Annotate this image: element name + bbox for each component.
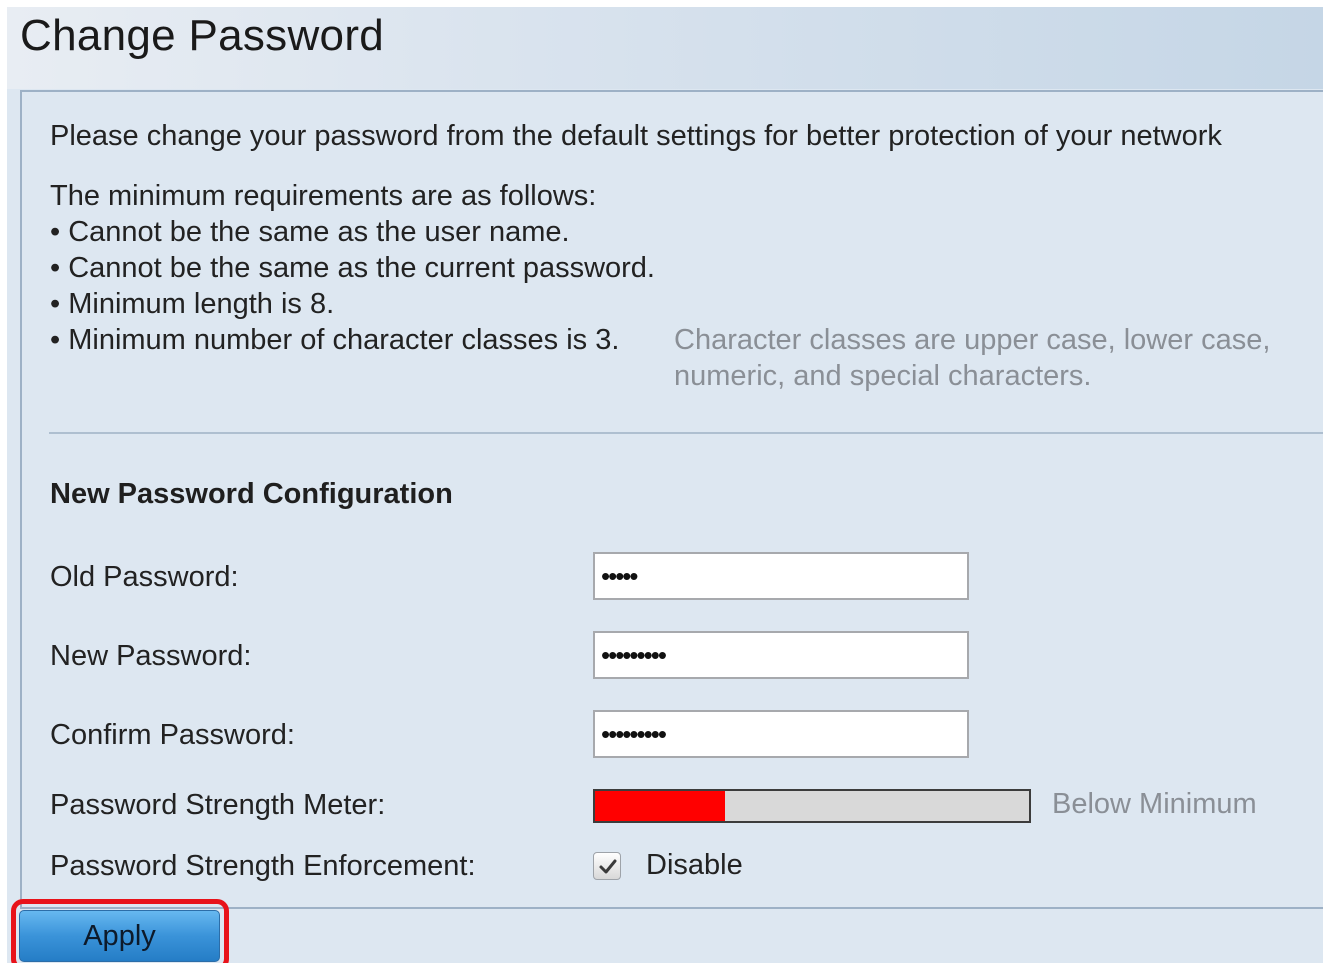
- disable-checkbox-label[interactable]: Disable: [646, 849, 743, 882]
- strength-enforcement-label: Password Strength Enforcement:: [50, 850, 476, 882]
- old-password-input[interactable]: [593, 552, 969, 600]
- section-divider: [49, 432, 1323, 434]
- requirement-item: Minimum length is 8.: [50, 288, 655, 324]
- password-strength-meter: [593, 789, 1031, 823]
- confirm-password-input[interactable]: [593, 710, 969, 758]
- strength-meter-label: Password Strength Meter:: [50, 789, 386, 821]
- section-title: New Password Configuration: [50, 478, 453, 510]
- strength-status: Below Minimum: [1052, 788, 1257, 820]
- confirm-password-label: Confirm Password:: [50, 719, 295, 751]
- strength-meter-fill: [595, 791, 726, 821]
- page-title: Change Password: [20, 11, 385, 60]
- checkmark-icon: [599, 859, 617, 874]
- old-password-label: Old Password:: [50, 561, 239, 593]
- requirements-list: Cannot be the same as the user name. Can…: [50, 216, 655, 360]
- new-password-input[interactable]: [593, 631, 969, 679]
- character-classes-note: Character classes are upper case, lower …: [674, 324, 1271, 392]
- intro-text: Please change your password from the def…: [50, 120, 1222, 152]
- apply-button[interactable]: Apply: [19, 910, 220, 962]
- disable-enforcement-checkbox[interactable]: [593, 852, 621, 880]
- title-bar: Change Password: [7, 7, 1323, 89]
- requirement-item: Cannot be the same as the current passwo…: [50, 252, 655, 288]
- change-password-page: Change Password Please change your passw…: [7, 7, 1323, 963]
- requirement-item: Cannot be the same as the user name.: [50, 216, 655, 252]
- content-panel: Please change your password from the def…: [20, 90, 1323, 909]
- requirement-item: Minimum number of character classes is 3…: [50, 324, 655, 360]
- new-password-label: New Password:: [50, 640, 252, 672]
- requirements-heading: The minimum requirements are as follows:: [50, 180, 597, 212]
